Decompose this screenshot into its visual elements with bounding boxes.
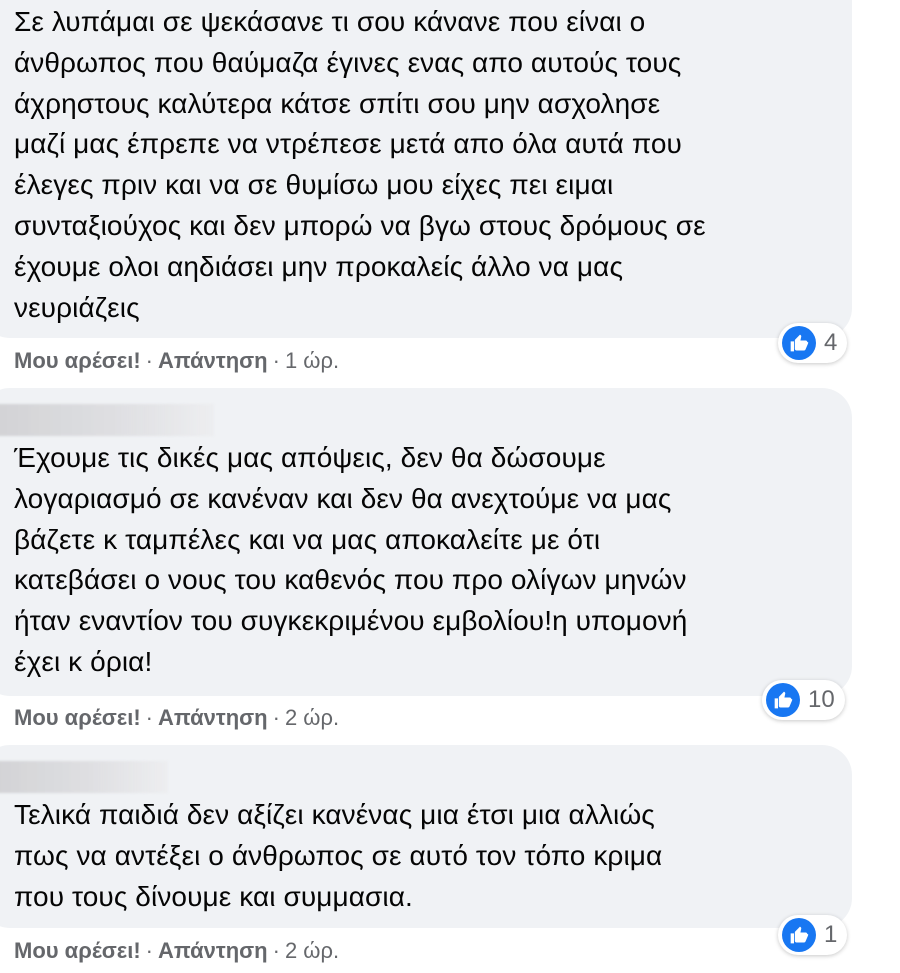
comment-bubble: Σε λυπάμαι σε ψεκάσανε τι σου κάνανε που… [0,0,852,338]
reaction-count: 1 [824,921,838,948]
comment-text: Σε λυπάμαι σε ψεκάσανε τι σου κάνανε που… [14,6,706,323]
separator: · [145,705,153,730]
comment-text: Έχουμε τις δικές μας απόψεις, δεν θα δώσ… [14,442,688,677]
reaction-count: 4 [824,329,838,356]
reply-link[interactable]: Απάντηση [158,705,268,730]
timestamp[interactable]: 1 ώρ. [285,348,339,373]
like-link[interactable]: Μου αρέσει! [14,348,141,373]
like-link[interactable]: Μου αρέσει! [14,938,141,963]
comment-bubble: Έχουμε τις δικές μας απόψεις, δεν θα δώσ… [0,388,852,696]
comment-actions: Μου αρέσει! · Απάντηση · 2 ώρ. [14,937,339,965]
comment-text: Τελικά παιδιά δεν αξίζει κανένας μια έτσ… [14,799,663,912]
like-thumb-icon [782,326,816,360]
timestamp[interactable]: 2 ώρ. [285,705,339,730]
separator: · [272,348,280,373]
separator: · [272,705,280,730]
reply-link[interactable]: Απάντηση [158,938,268,963]
reply-link[interactable]: Απάντηση [158,348,268,373]
like-thumb-icon [766,683,800,717]
timestamp[interactable]: 2 ώρ. [285,938,339,963]
reaction-count: 10 [808,686,835,713]
separator: · [272,938,280,963]
comment-bubble: Τελικά παιδιά δεν αξίζει κανένας μια έτσ… [0,745,852,928]
like-link[interactable]: Μου αρέσει! [14,705,141,730]
like-thumb-icon [782,918,816,952]
separator: · [145,938,153,963]
separator: · [145,348,153,373]
redacted-author-name [0,761,168,793]
reaction-summary[interactable]: 10 [762,680,845,720]
comment-actions: Μου αρέσει! · Απάντηση · 2 ώρ. [14,704,339,732]
redacted-author-name [0,404,214,436]
reaction-summary[interactable]: 1 [778,915,848,955]
comment-actions: Μου αρέσει! · Απάντηση · 1 ώρ. [14,347,339,375]
reaction-summary[interactable]: 4 [778,323,848,363]
